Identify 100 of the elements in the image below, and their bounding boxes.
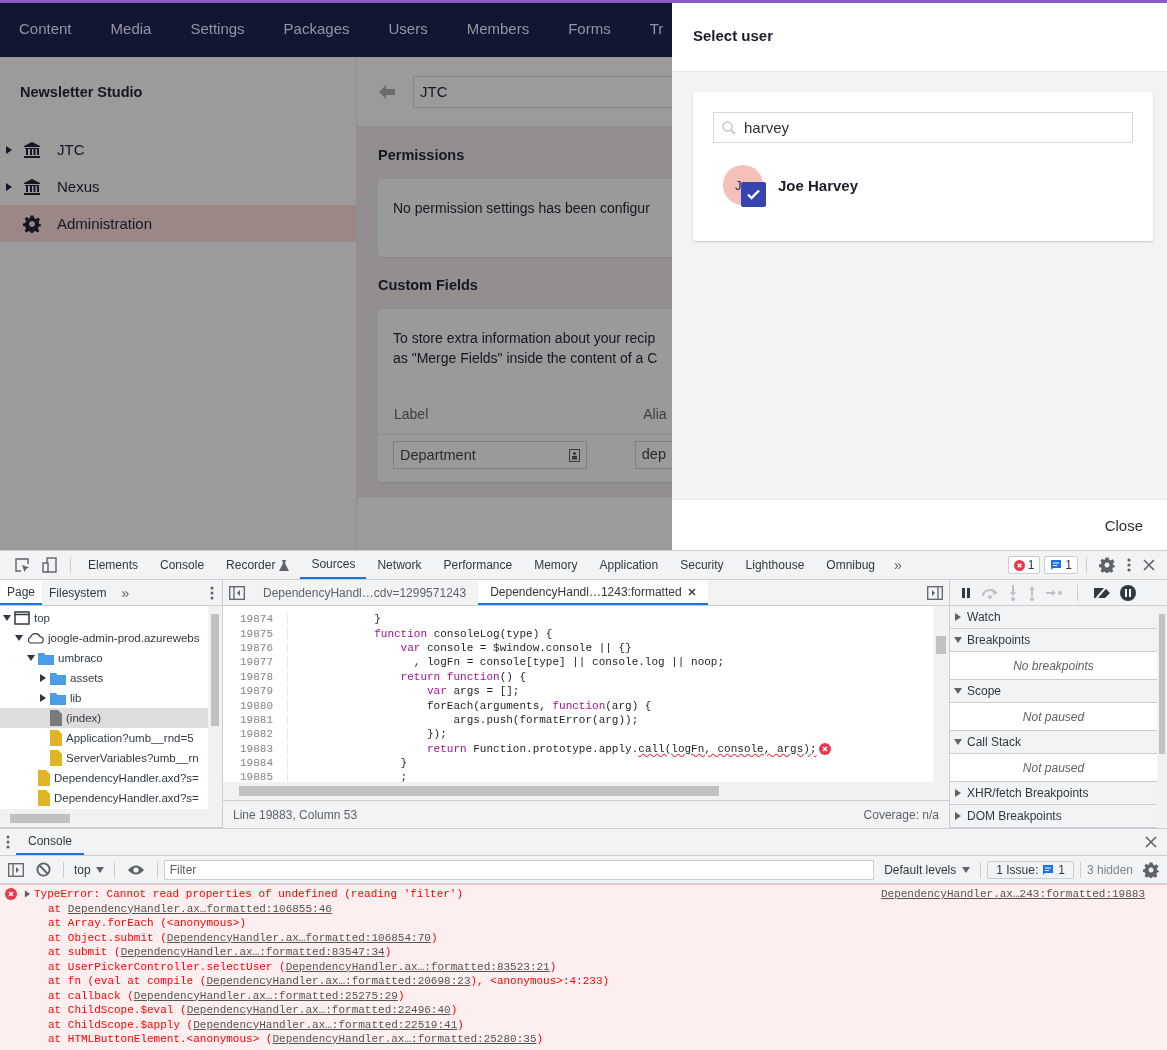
scrollbar[interactable] [1157, 606, 1167, 828]
panel-tab[interactable]: Performance [432, 551, 524, 579]
log-levels-dropdown[interactable]: Default levels [884, 862, 975, 877]
source-link[interactable]: DependencyHandler.ax…243:formatted:19883 [880, 888, 1145, 901]
error-count-badge[interactable]: 1 [1007, 556, 1041, 574]
scrollbar[interactable] [933, 606, 949, 782]
nav-item[interactable]: Packages [263, 20, 370, 37]
tree-item[interactable]: Administration [0, 205, 356, 242]
nav-item[interactable]: Users [368, 20, 448, 37]
file-tree-item[interactable]: joogle-admin-prod.azurewebs [0, 628, 208, 648]
file-tree-item[interactable]: Application?umb__rnd=5 [0, 728, 208, 748]
source-link[interactable]: DependencyHandler.ax…:formatted:22519:41 [193, 1018, 458, 1031]
close-icon[interactable] [1143, 559, 1155, 571]
more-tabs-button[interactable]: » [113, 584, 138, 601]
user-item[interactable]: J Joe Harvey [723, 165, 1133, 205]
source-link[interactable]: DependencyHandler.ax…formatted:106855:46 [67, 902, 332, 915]
pane-header[interactable]: XHR/fetch Breakpoints [950, 782, 1157, 805]
file-tree-item[interactable]: lib [0, 688, 208, 708]
source-link[interactable]: DependencyHandler.ax…:formatted:25275:29 [133, 989, 398, 1002]
settings-icon[interactable] [1143, 861, 1159, 878]
panel-tab[interactable]: Security [669, 551, 735, 579]
panel-tab[interactable]: Console [149, 551, 216, 579]
pane-header[interactable]: Watch [950, 606, 1157, 629]
label-field[interactable]: Department [393, 441, 587, 469]
inspect-element-icon[interactable] [14, 557, 30, 573]
caret-icon[interactable] [954, 636, 962, 644]
scrollbar[interactable] [208, 606, 222, 809]
file-tree-item[interactable]: top [0, 608, 208, 628]
nav-item[interactable]: Forms [548, 20, 631, 37]
caret-icon[interactable] [954, 789, 962, 797]
search-field[interactable]: harvey [713, 112, 1133, 143]
clear-console-icon[interactable] [36, 862, 51, 877]
issues-button[interactable]: 1 Issue: 1 [987, 860, 1074, 879]
name-field[interactable]: JTC [413, 75, 671, 108]
device-toolbar-icon[interactable] [42, 557, 58, 573]
panel-tab[interactable]: Lighthouse [734, 551, 816, 579]
source-link[interactable]: DependencyHandler.ax…formatted:106854:70 [166, 931, 431, 944]
drawer-tab[interactable]: Console [16, 829, 85, 855]
navigator-tab[interactable]: Filesystem [42, 580, 114, 605]
nav-item[interactable]: Members [446, 20, 550, 37]
pause-on-exceptions-icon[interactable] [1120, 584, 1136, 601]
nav-item[interactable]: Settings [170, 20, 265, 37]
file-tree-item[interactable]: (index) [0, 708, 208, 728]
deactivate-breakpoints-icon[interactable] [1093, 585, 1111, 600]
nav-item[interactable]: Content [0, 20, 92, 37]
caret-icon[interactable] [954, 738, 962, 746]
caret-icon[interactable] [6, 145, 12, 154]
source-link[interactable]: DependencyHandler.ax…:formatted:20698:23 [206, 975, 471, 988]
source-link[interactable]: DependencyHandler.ax…:formatted:25280:35 [272, 1033, 537, 1046]
panel-tab[interactable]: Sources [300, 551, 367, 579]
scrollbar[interactable] [223, 782, 949, 800]
more-options-icon[interactable] [210, 585, 214, 600]
pause-icon[interactable] [960, 586, 972, 599]
close-icon[interactable] [1145, 836, 1157, 848]
panel-tab[interactable]: Omnibug [815, 551, 886, 579]
message-count-badge[interactable]: 1 [1044, 556, 1078, 574]
source-link[interactable]: DependencyHandler.ax…:formatted:83547:34 [120, 946, 385, 959]
close-button[interactable]: Close [1100, 512, 1147, 538]
scrollbar[interactable] [0, 809, 222, 828]
caret-icon[interactable] [954, 812, 962, 820]
panel-tab[interactable]: Network [366, 551, 433, 579]
panel-tab[interactable]: Memory [523, 551, 589, 579]
tree-item[interactable]: Nexus [0, 168, 356, 205]
caret-icon[interactable] [39, 694, 47, 702]
source-link[interactable]: DependencyHandler.ax…:formatted:83523:21 [285, 960, 550, 973]
file-tab[interactable]: DependencyHandl…cdv=1299571243 [251, 580, 479, 605]
file-tree-item[interactable]: DependencyHandler.axd?s= [0, 768, 208, 788]
settings-icon[interactable] [1099, 557, 1115, 573]
nav-item[interactable]: Media [90, 20, 172, 37]
file-tree-item[interactable]: DependencyHandler.axd?s= [0, 788, 208, 808]
caret-icon[interactable] [6, 182, 12, 191]
close-icon[interactable] [687, 587, 696, 596]
caret-icon[interactable] [15, 634, 23, 642]
pane-header[interactable]: DOM Breakpoints [950, 805, 1157, 828]
nav-item[interactable]: Tr [629, 20, 672, 37]
caret-icon[interactable] [39, 674, 47, 682]
tree-item[interactable]: JTC [0, 131, 356, 168]
more-tabs-button[interactable]: » [886, 557, 910, 573]
caret-icon[interactable] [27, 654, 35, 662]
caret-icon[interactable] [3, 614, 11, 622]
context-dropdown[interactable]: top [70, 862, 108, 877]
source-link[interactable]: DependencyHandler.ax…:formatted:22496:40 [186, 1004, 451, 1017]
toggle-sidebar-icon[interactable] [927, 585, 943, 600]
checkbox[interactable] [741, 182, 766, 207]
panel-tab[interactable]: Recorder [215, 551, 301, 579]
show-sidebar-icon[interactable] [8, 862, 24, 877]
file-tree-item[interactable]: ServerVariables?umb__rn [0, 748, 208, 768]
pane-header[interactable]: Breakpoints [950, 629, 1157, 652]
pane-header[interactable]: Scope [950, 680, 1157, 703]
toggle-sidebar-icon[interactable] [229, 585, 245, 600]
caret-icon[interactable] [954, 613, 962, 621]
file-tree-item[interactable]: assets [0, 668, 208, 688]
more-options-icon[interactable] [6, 835, 10, 849]
file-tab[interactable]: DependencyHandl…1243:formatted [478, 580, 708, 605]
panel-tab[interactable]: Application [588, 551, 670, 579]
caret-icon[interactable] [954, 687, 962, 695]
caret-icon[interactable] [24, 890, 31, 899]
panel-tab[interactable]: Elements [77, 551, 150, 579]
file-tree-item[interactable]: umbraco [0, 648, 208, 668]
pane-header[interactable]: Call Stack [950, 731, 1157, 754]
